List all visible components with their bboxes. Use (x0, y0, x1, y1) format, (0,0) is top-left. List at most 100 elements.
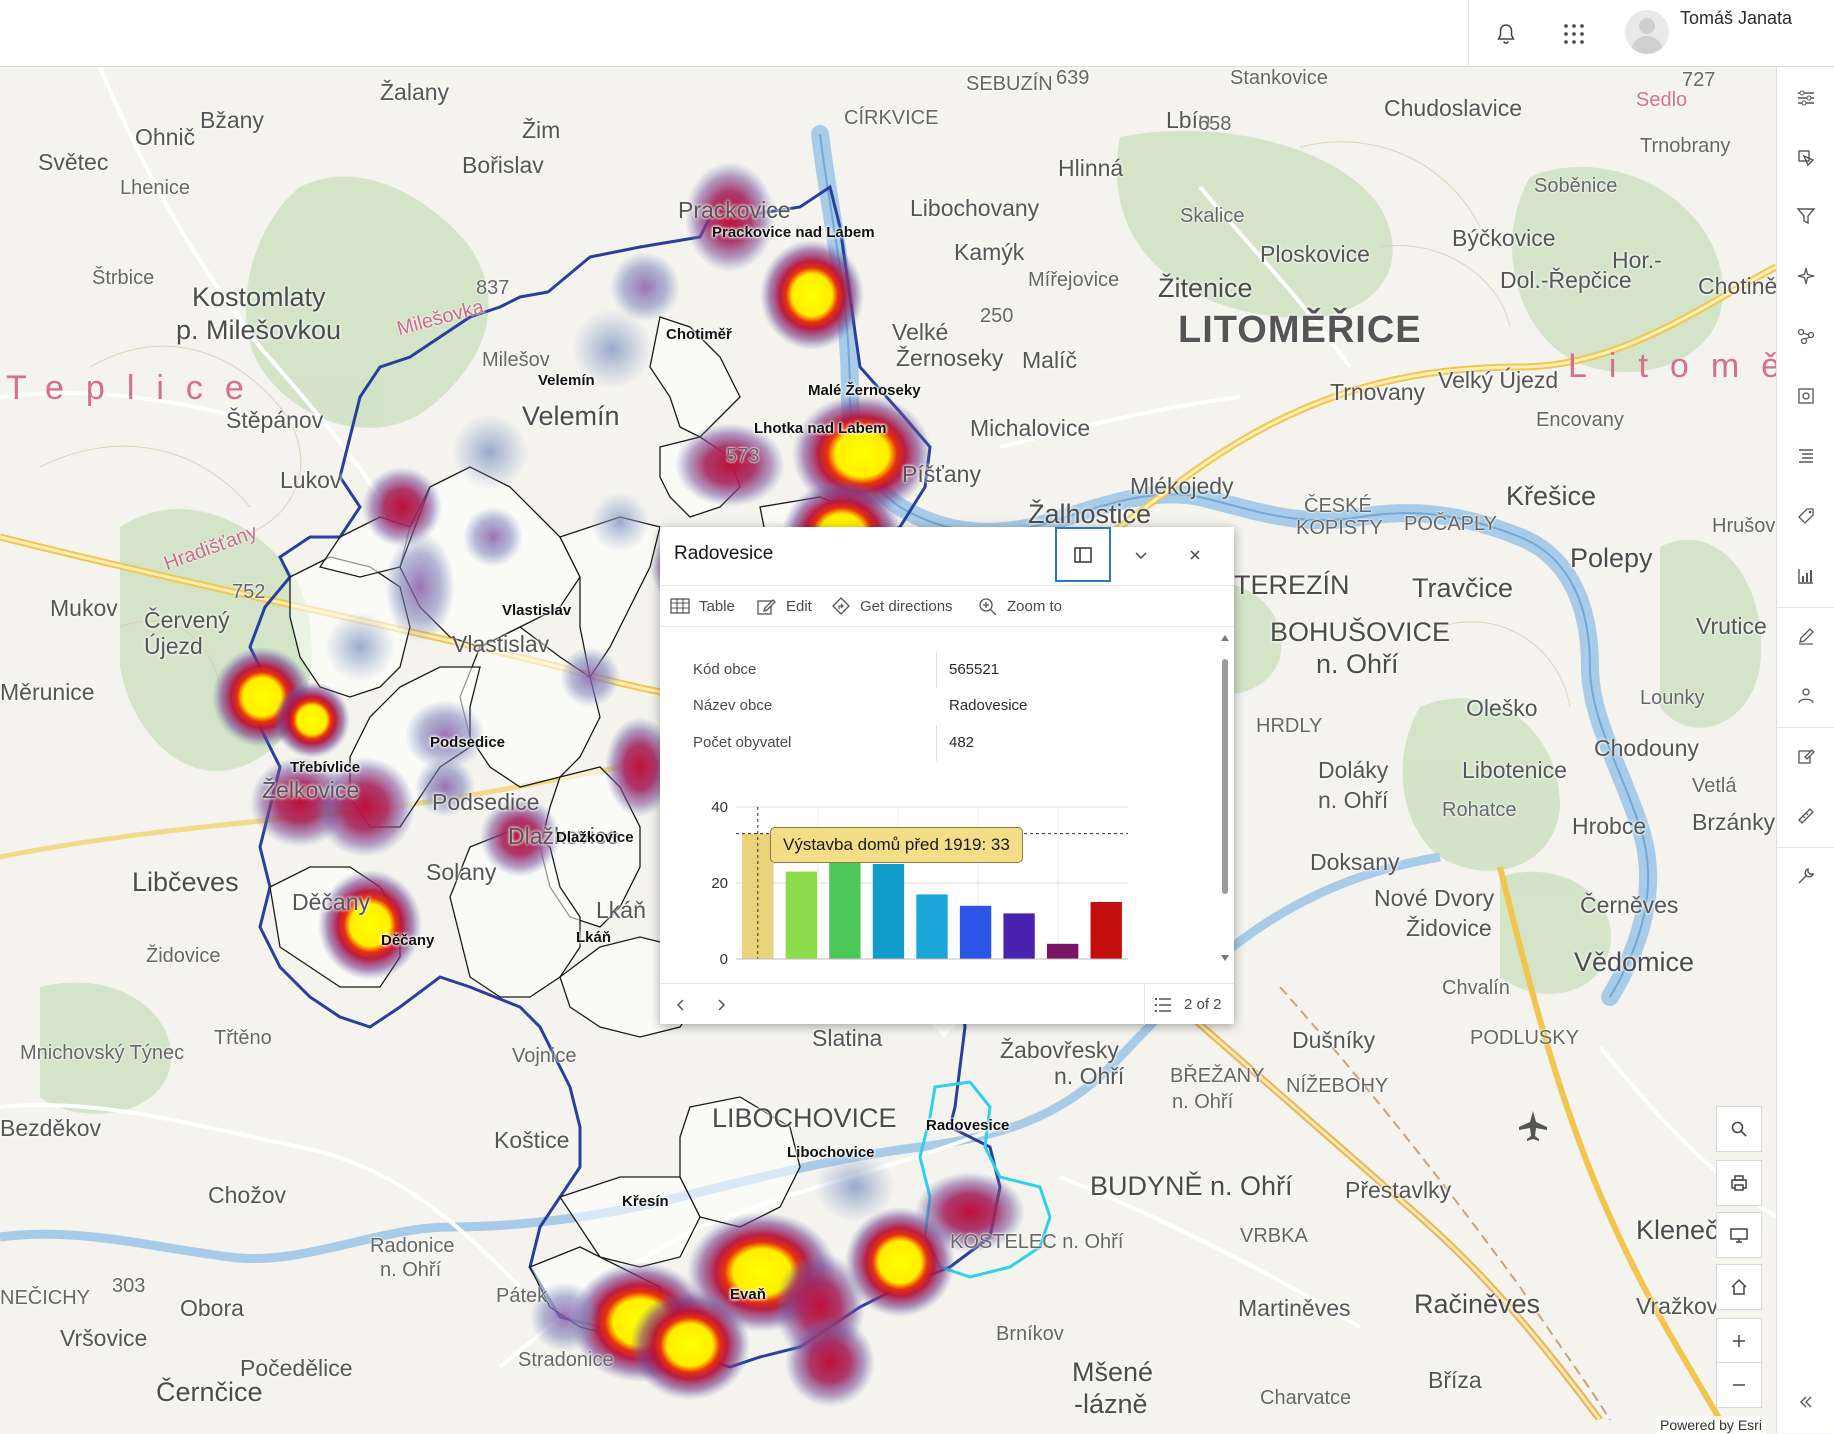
place-label: Vrutice (1696, 613, 1767, 639)
place-label: Stankovice (1230, 67, 1328, 89)
airport-icon (1519, 1111, 1547, 1141)
place-label: Chodouny (1594, 735, 1699, 761)
people-icon[interactable] (1787, 677, 1825, 715)
popup-actions: Table Edit Get directions Zoom to (660, 585, 1234, 627)
place-label: Světec (38, 149, 109, 175)
place-label: Chožov (208, 1182, 286, 1208)
attribute-value: 565521 (949, 661, 1000, 678)
feature-list-icon[interactable] (1154, 996, 1172, 1019)
attribute-divider (936, 652, 937, 688)
place-label: Slatina (812, 1025, 883, 1051)
right-toolbar (1776, 67, 1834, 1433)
place-label: Přestavlky (1345, 1177, 1452, 1203)
tag-icon[interactable] (1787, 497, 1825, 535)
place-label: n. Ohří (1318, 787, 1389, 813)
zoom-out-widget[interactable] (1716, 1362, 1762, 1408)
sketch-icon[interactable] (1787, 257, 1825, 295)
home-widget[interactable] (1716, 1264, 1762, 1310)
bell-icon[interactable] (1486, 14, 1526, 54)
scroll-thumb[interactable] (1222, 659, 1228, 894)
avatar-body (1631, 36, 1663, 54)
table-action[interactable]: Table (670, 586, 735, 626)
place-label: Vršovice (60, 1325, 148, 1351)
place-label: Stradonice (518, 1349, 614, 1371)
elevation-label: 658 (1198, 113, 1232, 135)
attribute-value: Radovesice (949, 697, 1028, 714)
place-label: Encovany (1536, 409, 1624, 431)
place-label: Libotenice (1462, 757, 1567, 783)
attribute-divider (936, 725, 937, 761)
region-label: Litoměřice (1568, 347, 1776, 385)
draw-icon[interactable] (1787, 617, 1825, 655)
scroll-down-icon[interactable] (1221, 953, 1229, 963)
directions-action-label: Get directions (860, 597, 953, 615)
app-launcher-icon[interactable] (1554, 14, 1594, 54)
place-label: Sedlo (1636, 89, 1688, 111)
feature-pager[interactable]: 2 of 2 (1184, 996, 1222, 1013)
place-label: Hrobce (1572, 813, 1647, 839)
chart-bar (1003, 913, 1035, 959)
y-tick-label: 20 (711, 875, 728, 892)
place-label: Libčeves (132, 867, 239, 897)
dock-button[interactable] (1055, 527, 1111, 582)
place-label: NEČICHY (0, 1287, 91, 1309)
zoom-to-action[interactable]: Zoom to (978, 586, 1062, 626)
place-label: Lukov (280, 467, 342, 493)
chevron-left-icon (676, 999, 684, 1011)
place-label: Chudoslavice (1384, 95, 1523, 121)
collapse-button[interactable] (1120, 535, 1162, 575)
print-icon (1731, 1175, 1747, 1191)
place-label: Žitenice (1158, 273, 1253, 303)
measure-icon[interactable] (1787, 797, 1825, 835)
place-label: Červený (144, 607, 230, 633)
collapse-icon[interactable] (1787, 1383, 1825, 1421)
place-label: Žalhostice (1028, 499, 1152, 529)
map-attribution[interactable]: Powered by Esri (1656, 1416, 1766, 1434)
print-widget[interactable] (1716, 1160, 1762, 1206)
place-label: PODLUSKY (1470, 1027, 1579, 1049)
search-icon (1731, 1121, 1747, 1137)
place-label: Žernoseky (896, 345, 1004, 371)
municipality-label: Třebívlice (290, 759, 361, 776)
edit-action-label: Edit (786, 597, 812, 615)
elevation-label: 639 (1056, 67, 1090, 89)
region-label: Teplice (6, 369, 266, 407)
toolbar-separator (1777, 847, 1834, 848)
table-action-label: Table (699, 597, 735, 615)
chart-bar (1090, 902, 1122, 959)
settings-icon[interactable] (1787, 377, 1825, 415)
user-avatar[interactable] (1625, 10, 1669, 54)
edit-icon[interactable] (1787, 737, 1825, 775)
place-label: Chotiněves (1698, 273, 1776, 299)
search-widget[interactable] (1716, 1106, 1762, 1152)
basemap-icon[interactable] (1787, 139, 1825, 177)
place-label: Býčkovice (1452, 225, 1556, 251)
municipality-label: Vlastislav (502, 602, 572, 619)
place-label: Mnichovský Týnec (20, 1042, 185, 1064)
zoom-in-widget[interactable] (1716, 1318, 1762, 1364)
layers-settings-icon[interactable] (1787, 79, 1825, 117)
chart-icon[interactable] (1787, 557, 1825, 595)
place-label: SEBUZÍN (966, 73, 1053, 95)
place-label: Vetlá (1692, 775, 1737, 797)
place-label: p. Milešovkou (176, 315, 342, 345)
analysis-icon[interactable] (1787, 317, 1825, 355)
user-name[interactable]: Tomáš Janata (1680, 8, 1792, 29)
fullscreen-widget[interactable] (1716, 1212, 1762, 1258)
next-feature-button[interactable] (710, 994, 732, 1016)
filter-icon[interactable] (1787, 197, 1825, 235)
place-label: Solany (426, 859, 497, 885)
popup-scrollbar[interactable] (1221, 633, 1229, 963)
legend-icon[interactable] (1787, 437, 1825, 475)
close-button[interactable] (1174, 535, 1216, 575)
directions-icon (832, 597, 850, 615)
previous-feature-button[interactable] (670, 994, 692, 1016)
place-label: Chvalín (1442, 977, 1510, 999)
place-label: Vražkov (1636, 1293, 1719, 1319)
place-label: Martiněves (1238, 1295, 1351, 1321)
edit-action[interactable]: Edit (757, 586, 812, 626)
scroll-up-icon[interactable] (1221, 633, 1229, 643)
municipality-label: Velemín (538, 372, 595, 389)
wrench-icon[interactable] (1787, 857, 1825, 895)
directions-action[interactable]: Get directions (831, 586, 953, 626)
